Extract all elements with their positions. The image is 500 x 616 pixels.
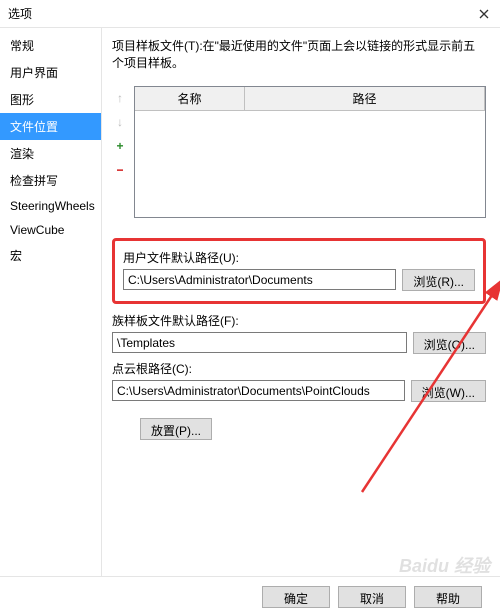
pointcloud-root-label: 点云根路径(C): — [112, 360, 486, 377]
content-panel: 项目样板文件(T):在"最近使用的文件"页面上会以链接的形式显示前五个项目样板。… — [102, 28, 500, 576]
description-text: 项目样板文件(T):在"最近使用的文件"页面上会以链接的形式显示前五个项目样板。 — [112, 38, 486, 72]
pointcloud-root-group: 点云根路径(C): 浏览(W)... — [112, 360, 486, 402]
col-header-path: 路径 — [245, 87, 485, 111]
user-file-default-label: 用户文件默认路径(U): — [123, 249, 475, 266]
ok-button[interactable]: 确定 — [262, 586, 330, 608]
move-up-icon[interactable]: ↑ — [112, 88, 128, 108]
sidebar-item-label: SteeringWheels — [10, 199, 95, 213]
sidebar-item-viewcube[interactable]: ViewCube — [0, 218, 101, 242]
cancel-button[interactable]: 取消 — [338, 586, 406, 608]
browse-w-button[interactable]: 浏览(W)... — [411, 380, 486, 402]
sidebar-item-file-locations[interactable]: 文件位置 — [0, 113, 101, 140]
sidebar-item-steeringwheels[interactable]: SteeringWheels — [0, 194, 101, 218]
grid-header: 名称 路径 — [135, 87, 485, 111]
browse-o-button[interactable]: 浏览(O)... — [413, 332, 486, 354]
move-down-icon[interactable]: ↓ — [112, 112, 128, 132]
delete-icon[interactable]: − — [112, 160, 128, 180]
add-icon[interactable]: + — [112, 136, 128, 156]
sidebar-item-label: 图形 — [10, 91, 34, 108]
sidebar-item-label: 常规 — [10, 37, 34, 54]
help-button[interactable]: 帮助 — [414, 586, 482, 608]
sidebar-item-macros[interactable]: 宏 — [0, 242, 101, 269]
table-controls: ↑ ↓ + − — [112, 86, 128, 218]
sidebar-item-spellcheck[interactable]: 检查拼写 — [0, 167, 101, 194]
sidebar-item-label: 渲染 — [10, 145, 34, 162]
sidebar-item-label: 用户界面 — [10, 64, 58, 81]
titlebar: 选项 — [0, 0, 500, 28]
main-area: 常规 用户界面 图形 文件位置 渲染 检查拼写 SteeringWheels V… — [0, 28, 500, 576]
sidebar-item-label: 文件位置 — [10, 118, 58, 135]
window-title: 选项 — [8, 5, 476, 22]
user-file-default-input[interactable] — [123, 269, 396, 290]
pointcloud-root-input[interactable] — [112, 380, 405, 401]
template-table-area: ↑ ↓ + − 名称 路径 — [112, 86, 486, 218]
place-button[interactable]: 放置(P)... — [140, 418, 212, 440]
browse-r-button[interactable]: 浏览(R)... — [402, 269, 475, 291]
col-header-name: 名称 — [135, 87, 245, 111]
annotation-highlight: 用户文件默认路径(U): 浏览(R)... — [112, 238, 486, 304]
family-template-label: 族样板文件默认路径(F): — [112, 312, 486, 329]
user-file-default-group: 用户文件默认路径(U): 浏览(R)... — [123, 249, 475, 291]
sidebar-item-label: 宏 — [10, 247, 22, 264]
sidebar-item-ui[interactable]: 用户界面 — [0, 59, 101, 86]
footer: 确定 取消 帮助 — [0, 576, 500, 616]
sidebar-item-render[interactable]: 渲染 — [0, 140, 101, 167]
sidebar-item-label: 检查拼写 — [10, 172, 58, 189]
template-grid[interactable]: 名称 路径 — [134, 86, 486, 218]
close-icon[interactable] — [476, 6, 492, 22]
family-template-input[interactable] — [112, 332, 407, 353]
family-template-group: 族样板文件默认路径(F): 浏览(O)... — [112, 312, 486, 354]
sidebar-item-label: ViewCube — [10, 223, 64, 237]
sidebar-item-general[interactable]: 常规 — [0, 32, 101, 59]
sidebar-item-graphics[interactable]: 图形 — [0, 86, 101, 113]
sidebar: 常规 用户界面 图形 文件位置 渲染 检查拼写 SteeringWheels V… — [0, 28, 102, 576]
